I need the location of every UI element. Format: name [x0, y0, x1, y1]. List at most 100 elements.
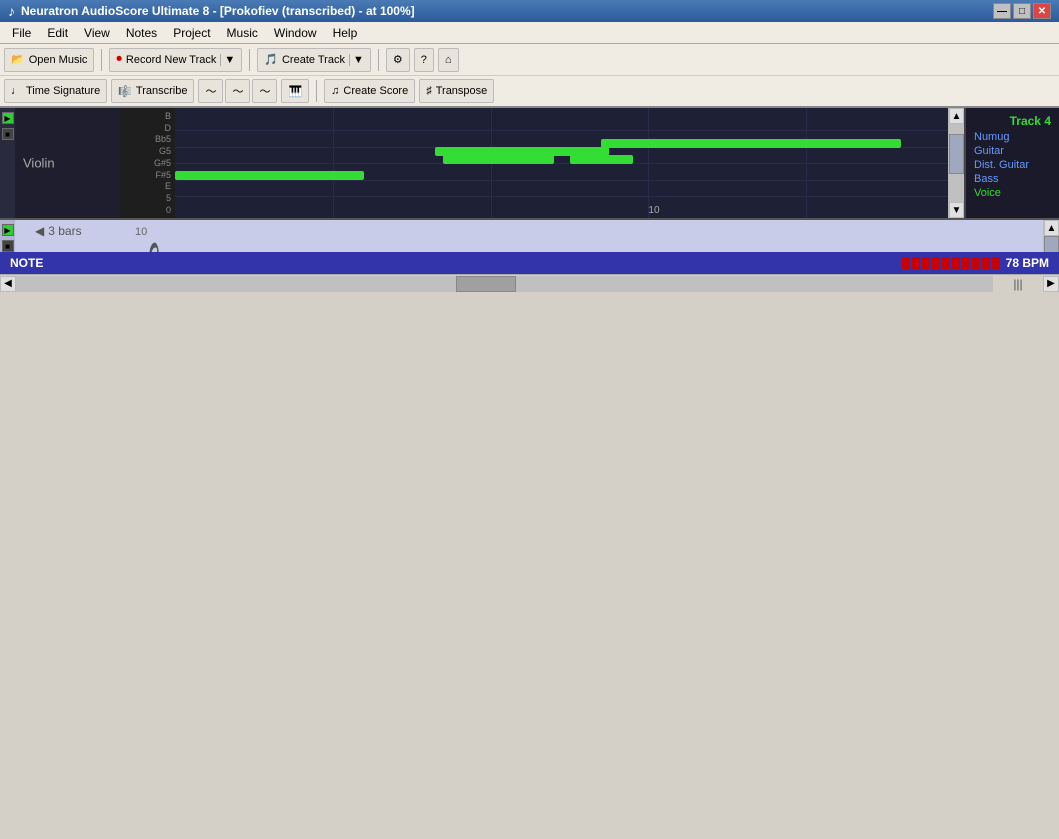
track-numug[interactable]: Numug — [970, 130, 1055, 144]
menu-file[interactable]: File — [4, 22, 39, 43]
menu-help[interactable]: Help — [325, 22, 366, 43]
record-dropdown-arrow[interactable]: ▼ — [220, 54, 235, 66]
note-label: NOTE — [10, 256, 902, 270]
create-track-button[interactable]: 🎵 Create Track ▼ — [257, 48, 371, 72]
settings-button[interactable]: ⚙ — [386, 48, 410, 72]
piano-grid[interactable]: 10 — [175, 108, 964, 218]
piano-keys: Violin B D Bb5 G5 G#5 F#5 E 5 0 — [15, 108, 175, 218]
transpose-icon: ♯ — [426, 85, 432, 97]
track-guitar[interactable]: Guitar — [970, 144, 1055, 158]
track-panel-label: Track 4 — [970, 112, 1055, 130]
bar-number-score: 10 — [135, 226, 147, 238]
transcribe-button[interactable]: 🎼 Transcribe — [111, 79, 194, 103]
piano-button[interactable]: 🎹 — [281, 79, 309, 103]
bpm-value: 78 BPM — [1006, 256, 1049, 270]
score-controls: ▶ ■ — [0, 220, 15, 252]
separator1 — [101, 49, 102, 71]
piano-bar-3 — [570, 155, 633, 164]
squiggle-icon3: 〜 — [259, 83, 270, 99]
menu-notes[interactable]: Notes — [118, 22, 165, 43]
flute-section: Flute 𝄞 68 ♯♯ — [15, 240, 1043, 252]
hscroll-left[interactable]: ◀ — [0, 276, 16, 292]
window-title: Neuratron AudioScore Ultimate 8 - [Proko… — [21, 4, 993, 18]
transpose-label: Transpose — [436, 85, 488, 97]
score-vscroll-up[interactable]: ▲ — [1044, 220, 1059, 236]
home-icon: ⌂ — [445, 54, 452, 66]
instrument-label: Violin — [23, 156, 55, 171]
squiggle-btn3[interactable]: 〜 — [252, 79, 277, 103]
piano-roll-vscrollbar[interactable]: ▲ ▼ — [948, 108, 964, 218]
track-dist-guitar[interactable]: Dist. Guitar — [970, 158, 1055, 172]
maximize-button[interactable]: □ — [1013, 3, 1031, 19]
play-button[interactable]: ▶ — [2, 112, 14, 124]
back-arrow-icon: ◀ — [35, 224, 44, 238]
meter-bar-6 — [952, 257, 960, 269]
separator3 — [378, 49, 379, 71]
close-button[interactable]: ✕ — [1033, 3, 1051, 19]
toolbar2: ♩ Time Signature 🎼 Transcribe 〜 〜 〜 🎹 ♫ … — [0, 76, 1059, 108]
squiggle-icon2: 〜 — [232, 83, 243, 99]
score-area: ▶ ■ ◀ 3 bars 10 Flute 𝄞 — [0, 220, 1059, 252]
score-vscrollbar[interactable]: ▲ ▼ — [1043, 220, 1059, 252]
gear-icon: ⚙ — [393, 53, 403, 66]
time-signature-label: Time Signature — [26, 85, 100, 97]
menu-edit[interactable]: Edit — [39, 22, 76, 43]
open-music-button[interactable]: 📂 Open Music — [4, 48, 94, 72]
track-voice[interactable]: Voice — [970, 186, 1055, 200]
open-icon: 📂 — [11, 53, 25, 66]
help-icon: ? — [421, 54, 427, 66]
transpose-button[interactable]: ♯ Transpose — [419, 79, 494, 103]
hscrollbar: ◀ ||| ▶ — [0, 274, 1059, 292]
hscroll-track[interactable] — [16, 276, 993, 292]
meter-bar-3 — [922, 257, 930, 269]
meter-bar-8 — [972, 257, 980, 269]
scroll-position: ||| — [993, 277, 1043, 291]
bar-info: ◀ 3 bars — [35, 224, 82, 238]
flute-clef: 𝄞 — [135, 246, 166, 252]
minimize-button[interactable]: — — [993, 3, 1011, 19]
app-icon: ♪ — [8, 3, 15, 19]
meter-bars — [902, 257, 1000, 269]
score-play-button[interactable]: ▶ — [2, 224, 14, 236]
squiggle-btn1[interactable]: 〜 — [198, 79, 223, 103]
piano-bar-1 — [601, 139, 901, 148]
create-track-label: Create Track — [282, 54, 345, 66]
track-bass[interactable]: Bass — [970, 172, 1055, 186]
score-icon: ♫ — [331, 85, 339, 97]
meter-bar-2 — [912, 257, 920, 269]
record-label: Record New Track — [126, 54, 216, 66]
meter-bar-1 — [902, 257, 910, 269]
transcribe-icon: 🎼 — [118, 85, 132, 98]
squiggle-btn2[interactable]: 〜 — [225, 79, 250, 103]
help-button[interactable]: ? — [414, 48, 434, 72]
menu-view[interactable]: View — [76, 22, 118, 43]
record-icon: ⏺ — [116, 53, 122, 66]
create-score-button[interactable]: ♫ Create Score — [324, 79, 415, 103]
bpm-meter: 78 BPM — [902, 256, 1049, 270]
bar-number: 10 — [648, 205, 659, 216]
piano-roll-controls: ▶ ■ — [0, 108, 15, 218]
separator4 — [316, 80, 317, 102]
score-stop-button[interactable]: ■ — [2, 240, 14, 252]
home-button[interactable]: ⌂ — [438, 48, 459, 72]
vscroll-down[interactable]: ▼ — [949, 202, 964, 218]
record-new-track-button[interactable]: ⏺ Record New Track ▼ — [109, 48, 242, 72]
status-bar: NOTE 78 BPM — [0, 252, 1059, 274]
score-main: ◀ 3 bars 10 Flute 𝄞 68 — [15, 220, 1043, 252]
create-track-dropdown[interactable]: ▼ — [349, 54, 364, 66]
hscroll-right[interactable]: ▶ — [1043, 276, 1059, 292]
piano-bar-4 — [175, 171, 364, 180]
bar-count: 3 bars — [48, 224, 81, 238]
piano-icon: 🎹 — [288, 85, 302, 98]
time-signature-button[interactable]: ♩ Time Signature — [4, 79, 107, 103]
vscroll-up[interactable]: ▲ — [949, 108, 964, 124]
menu-window[interactable]: Window — [266, 22, 325, 43]
hscroll-thumb[interactable] — [456, 276, 516, 292]
vscroll-thumb[interactable] — [949, 124, 964, 202]
menu-bar: File Edit View Notes Project Music Windo… — [0, 22, 1059, 44]
menu-project[interactable]: Project — [165, 22, 218, 43]
squiggle-icon1: 〜 — [205, 83, 216, 99]
menu-music[interactable]: Music — [219, 22, 266, 43]
track-panel: Track 4 Numug Guitar Dist. Guitar Bass V… — [964, 108, 1059, 218]
stop-button[interactable]: ■ — [2, 128, 14, 140]
